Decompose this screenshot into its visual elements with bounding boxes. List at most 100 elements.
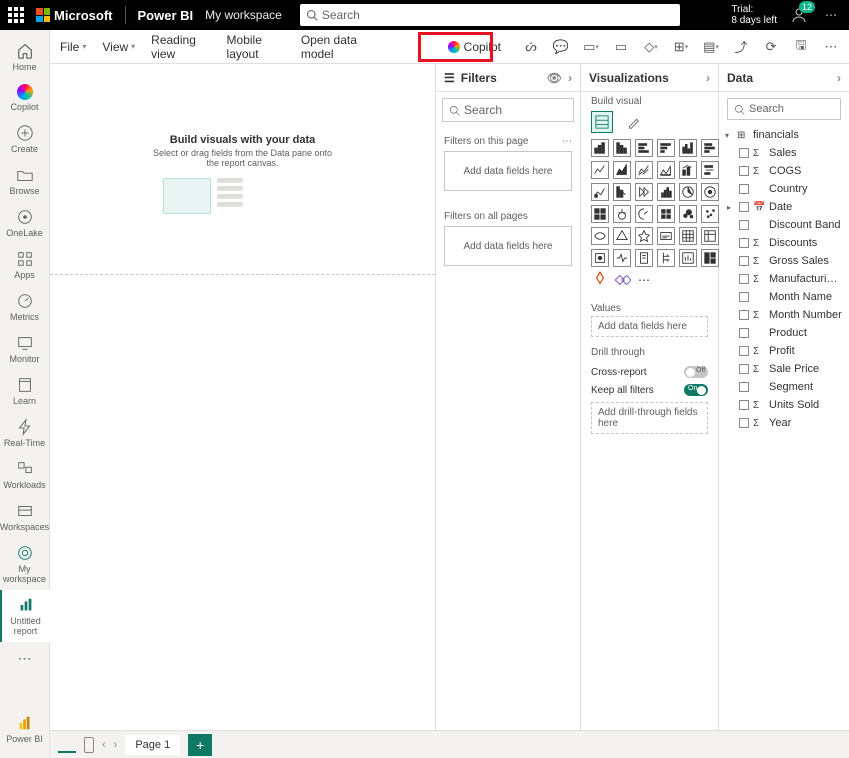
viz-type-8[interactable] [635,161,653,179]
app-launcher-icon[interactable] [8,7,24,23]
viz-type-25[interactable] [613,227,631,245]
build-visual-tab[interactable] [591,111,613,133]
field-checkbox[interactable] [739,310,749,320]
field-checkbox[interactable] [739,148,749,158]
field-checkbox[interactable] [739,292,749,302]
viz-type-16[interactable] [679,183,697,201]
filters-search[interactable]: Search [442,98,574,122]
field-year[interactable]: ΣYear [725,414,843,432]
field-product[interactable]: Product [725,324,843,342]
viz-type-31[interactable] [613,249,631,267]
viz-type-1[interactable] [613,139,631,157]
explore-icon[interactable]: ᔖ [523,39,539,55]
field-units-sold[interactable]: ΣUnits Sold [725,396,843,414]
viz-type-28[interactable] [679,227,697,245]
keep-filters-toggle[interactable]: On [684,384,708,396]
collapse-icon[interactable]: › [568,71,572,85]
toolbar-more[interactable]: ⋯ [823,39,839,55]
field-checkbox[interactable] [739,400,749,410]
field-checkbox[interactable] [739,256,749,266]
viz-more[interactable]: ⋯ [635,271,653,289]
viz-type-18[interactable] [591,205,609,223]
viz-type-5[interactable] [701,139,719,157]
nav-workspaces[interactable]: Workspaces [0,496,50,538]
viz-type-22[interactable] [679,205,697,223]
data-search[interactable]: Search [727,98,841,120]
field-checkbox[interactable] [739,202,749,212]
viz-type-14[interactable] [635,183,653,201]
field-segment[interactable]: Segment [725,378,843,396]
viz-type-10[interactable] [679,161,697,179]
nav-home[interactable]: Home [0,36,50,78]
nav-apps[interactable]: Apps [0,244,50,286]
menu-view[interactable]: View▾ [102,40,135,54]
field-cogs[interactable]: ΣCOGS [725,162,843,180]
field-gross-sales[interactable]: ΣGross Sales [725,252,843,270]
save-icon[interactable]: 🖫 [793,39,809,55]
table-financials[interactable]: ▾ ⊞ financials [725,126,843,144]
field-checkbox[interactable] [739,274,749,284]
viz-type-6[interactable] [591,161,609,179]
nav-copilot[interactable]: Copilot [0,78,50,118]
viz-type-7[interactable] [613,161,631,179]
viz-type-21[interactable] [657,205,675,223]
nav-workloads[interactable]: Workloads [0,454,50,496]
viz-type-23[interactable] [701,205,719,223]
eye-icon[interactable]: 👁 [547,71,562,85]
viz-type-19[interactable] [613,205,631,223]
viz-type-35[interactable] [701,249,719,267]
comment-icon[interactable]: 💬 [553,39,569,55]
field-checkbox[interactable] [739,328,749,338]
filters-on-all-drop[interactable]: Add data fields here [444,226,572,266]
buttons-icon[interactable]: ◇▾ [643,39,659,55]
layout-icon[interactable]: ▤▾ [703,39,719,55]
field-month-name[interactable]: Month Name [725,288,843,306]
field-month-number[interactable]: ΣMonth Number [725,306,843,324]
menu-file[interactable]: File▾ [60,40,86,54]
field-checkbox[interactable] [739,382,749,392]
nav-my-workspace[interactable]: My workspace [0,538,50,590]
nav-create[interactable]: Create [0,118,50,160]
menu-open-data-model[interactable]: Open data model [301,33,377,61]
menu-mobile-layout[interactable]: Mobile layout [227,33,285,61]
text-box-icon[interactable]: ▭▾ [583,39,599,55]
menu-reading-view[interactable]: Reading view [151,33,210,61]
viz-type-33[interactable] [657,249,675,267]
viz-type-24[interactable] [591,227,609,245]
field-manufacturing-[interactable]: ΣManufacturing ... [725,270,843,288]
field-sales[interactable]: ΣSales [725,144,843,162]
more-icon[interactable]: ⋯ [562,136,572,147]
viz-type-34[interactable] [679,249,697,267]
drill-drop[interactable]: Add drill-through fields here [591,402,708,434]
shapes-icon[interactable]: ▭ [613,39,629,55]
report-canvas[interactable]: Build visuals with your data Select or d… [50,64,436,730]
field-checkbox[interactable] [739,346,749,356]
field-discount-band[interactable]: Discount Band [725,216,843,234]
lineage-icon[interactable]: ⤴ [733,39,749,55]
visual-icon[interactable]: ⊞▾ [673,39,689,55]
viz-type-0[interactable] [591,139,609,157]
viz-type-13[interactable] [613,183,631,201]
notifications-button[interactable]: 12 [789,5,809,25]
prev-page[interactable]: ‹ [102,739,106,751]
viz-custom1[interactable] [591,271,609,289]
nav-powerbi-bottom[interactable]: Power BI [0,708,50,750]
page-tab-1[interactable]: Page 1 [125,735,180,755]
trial-status[interactable]: Trial: 8 days left [731,4,777,26]
field-sale-price[interactable]: ΣSale Price [725,360,843,378]
nav-onelake[interactable]: OneLake [0,202,50,244]
field-checkbox[interactable] [739,166,749,176]
nav-metrics[interactable]: Metrics [0,286,50,328]
field-country[interactable]: Country [725,180,843,198]
field-checkbox[interactable] [739,238,749,248]
copilot-button[interactable]: Copilot [442,37,507,57]
nav-monitor[interactable]: Monitor [0,328,50,370]
collapse-icon[interactable]: › [837,71,841,85]
viz-type-27[interactable] [657,227,675,245]
cross-report-toggle[interactable]: Off [684,366,708,378]
nav-browse[interactable]: Browse [0,160,50,202]
add-page-button[interactable]: + [188,734,212,756]
workspace-crumb[interactable]: My workspace [205,8,282,22]
field-discounts[interactable]: ΣDiscounts [725,234,843,252]
viz-type-3[interactable] [657,139,675,157]
